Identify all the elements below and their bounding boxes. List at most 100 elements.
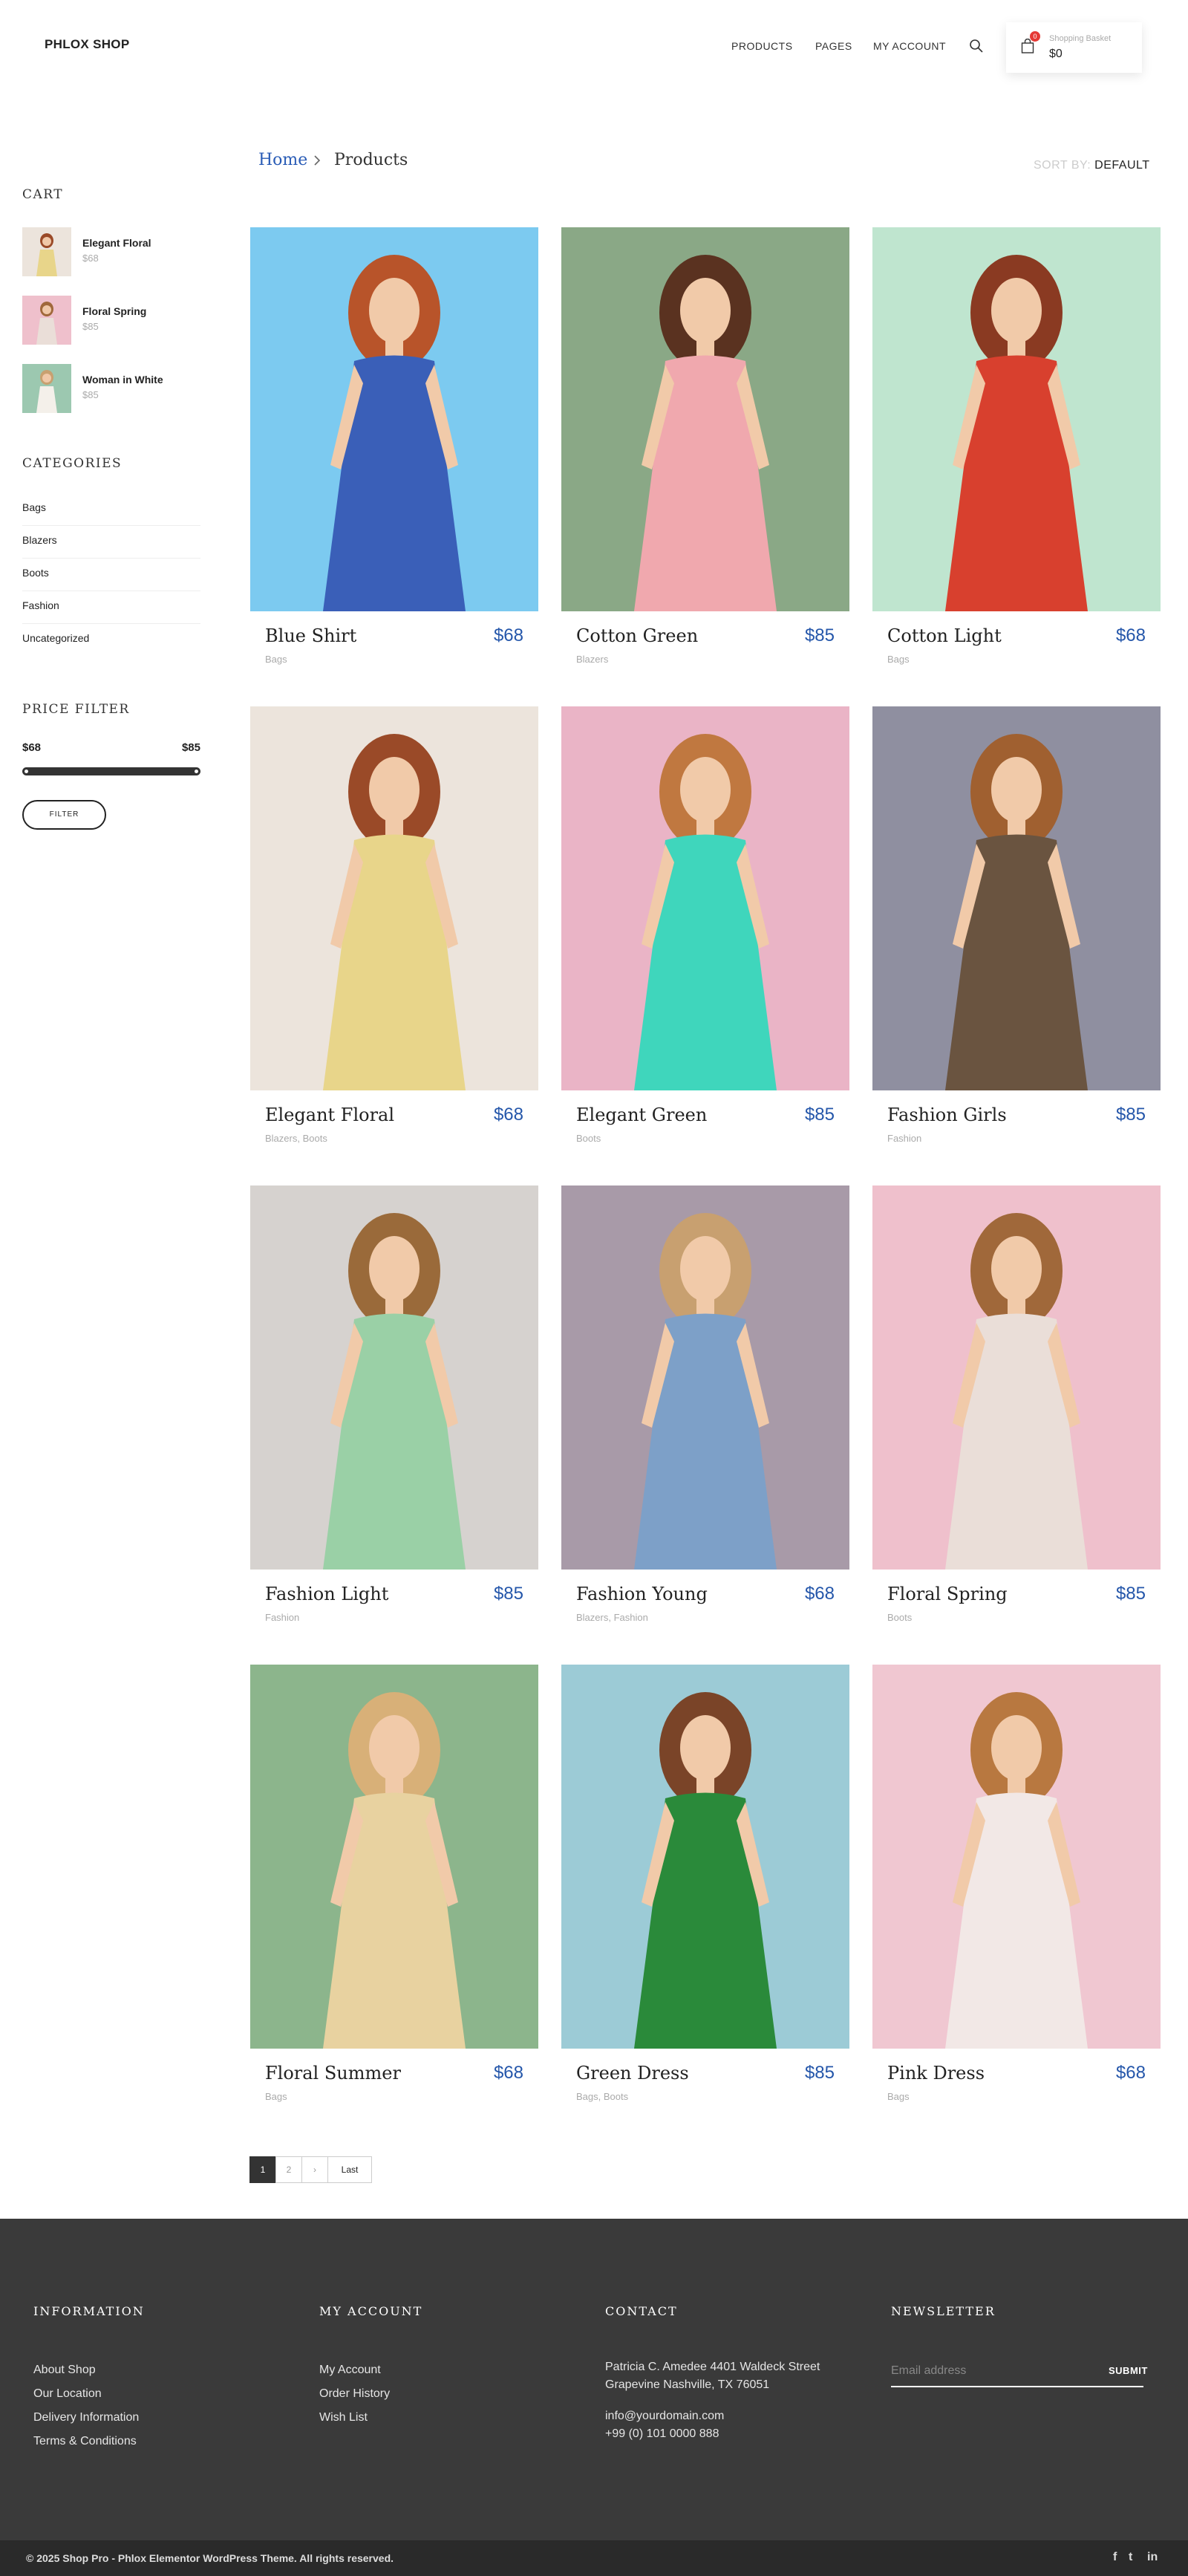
page-1-button[interactable]: 1 [249,2156,276,2183]
product-card[interactable]: Fashion Girls $85 Fashion [872,706,1161,1144]
category-link[interactable]: Uncategorized [22,624,200,657]
twitter-icon[interactable]: t [1129,2551,1132,2564]
footer-account-title: MY ACCOUNT [319,2304,423,2318]
footer-link-my-account[interactable]: My Account [319,2364,381,2377]
product-image[interactable] [561,1665,849,2049]
product-categories[interactable]: Boots [576,1133,601,1144]
product-image[interactable] [872,1185,1161,1570]
newsletter-email-input[interactable] [891,2356,1143,2387]
product-card[interactable]: Cotton Green $85 Blazers [561,227,849,665]
product-price: $68 [493,1105,523,1125]
facebook-icon[interactable]: f [1113,2551,1117,2564]
newsletter-submit-button[interactable]: SUBMIT [1109,2365,1148,2376]
product-image[interactable] [872,706,1161,1090]
footer-link-order-history[interactable]: Order History [319,2387,390,2401]
nav-my-account[interactable]: MY ACCOUNT [873,40,946,52]
footer-link-terms[interactable]: Terms & Conditions [33,2435,137,2448]
product-image[interactable] [250,1665,538,2049]
cart-title: CART [22,187,64,202]
product-card[interactable]: Floral Summer $68 Bags [250,1665,538,2102]
slider-handle-max[interactable] [195,770,198,773]
product-card[interactable]: Elegant Green $85 Boots [561,706,849,1144]
product-categories[interactable]: Fashion [265,1612,299,1623]
sort-value[interactable]: DEFAULT [1094,159,1149,172]
product-categories[interactable]: Bags, Boots [576,2091,628,2102]
footer-link-about[interactable]: About Shop [33,2364,96,2377]
product-name[interactable]: Fashion Girls [887,1105,1007,1125]
product-categories[interactable]: Blazers [576,654,608,665]
price-max: $85 [181,741,200,754]
sort-label: SORT BY: [1034,159,1091,172]
product-name[interactable]: Blue Shirt [265,625,356,646]
filter-button[interactable]: FILTER [22,800,106,830]
cart-item[interactable]: Floral Spring $85 [22,296,215,346]
product-card[interactable]: Pink Dress $68 Bags [872,1665,1161,2102]
breadcrumb-home-link[interactable]: Home [258,151,307,169]
product-image[interactable] [872,227,1161,611]
product-image[interactable] [561,706,849,1090]
next-page-button[interactable]: › [301,2156,328,2183]
product-image[interactable] [250,1185,538,1570]
product-categories[interactable]: Fashion [887,1133,921,1144]
product-categories[interactable]: Bags [265,654,287,665]
product-image[interactable] [872,1665,1161,2049]
nav-products[interactable]: PRODUCTS [731,40,793,52]
category-link[interactable]: Bags [22,493,200,526]
product-name[interactable]: Cotton Light [887,625,1002,646]
cart-item-name[interactable]: Floral Spring [82,305,146,317]
product-name[interactable]: Fashion Young [576,1584,708,1604]
slider-handle-min[interactable] [25,770,28,773]
product-card[interactable]: Fashion Young $68 Blazers, Fashion [561,1185,849,1623]
product-categories[interactable]: Blazers, Fashion [576,1612,648,1623]
cart-item-name[interactable]: Elegant Floral [82,237,151,249]
search-icon[interactable] [969,39,984,53]
product-name[interactable]: Pink Dress [887,2063,985,2084]
product-image[interactable] [561,1185,849,1570]
contact-address-line1: Patricia C. Amedee 4401 Waldeck Street [605,2361,820,2373]
cart-item[interactable]: Woman in White $85 [22,364,215,414]
product-categories[interactable]: Bags [887,2091,910,2102]
product-image[interactable] [250,706,538,1090]
product-card[interactable]: Fashion Light $85 Fashion [250,1185,538,1623]
product-categories[interactable]: Bags [265,2091,287,2102]
linkedin-icon[interactable]: in [1147,2551,1158,2564]
cart-item[interactable]: Elegant Floral $68 [22,227,215,278]
product-card[interactable]: Green Dress $85 Bags, Boots [561,1665,849,2102]
product-card[interactable]: Elegant Floral $68 Blazers, Boots [250,706,538,1144]
contact-email[interactable]: info@yourdomain.com [605,2407,724,2425]
product-name[interactable]: Floral Spring [887,1584,1008,1604]
footer-contact-title: CONTACT [605,2304,678,2318]
product-categories[interactable]: Blazers, Boots [265,1133,327,1144]
product-card[interactable]: Cotton Light $68 Bags [872,227,1161,665]
sort-dropdown[interactable]: SORT BY: DEFAULT [1034,159,1150,172]
price-slider[interactable] [22,767,200,775]
footer-link-wish-list[interactable]: Wish List [319,2411,368,2424]
product-image[interactable] [250,227,538,611]
price-min: $68 [22,741,42,754]
product-name[interactable]: Fashion Light [265,1584,388,1604]
site-logo[interactable]: PHLOX SHOP [45,37,129,52]
product-name[interactable]: Elegant Green [576,1105,707,1125]
product-name[interactable]: Green Dress [576,2063,689,2084]
product-price: $85 [804,625,835,645]
shopping-basket[interactable]: 0 Shopping Basket $0 [1006,22,1142,73]
footer-link-delivery[interactable]: Delivery Information [33,2411,139,2424]
product-categories[interactable]: Boots [887,1612,912,1623]
nav-pages[interactable]: PAGES [815,40,852,52]
page-2-button[interactable]: 2 [275,2156,302,2183]
category-link[interactable]: Fashion [22,591,200,624]
footer-link-location[interactable]: Our Location [33,2387,102,2401]
product-image[interactable] [561,227,849,611]
category-link[interactable]: Blazers [22,526,200,559]
product-card[interactable]: Floral Spring $85 Boots [872,1185,1161,1623]
category-link[interactable]: Boots [22,559,200,591]
product-name[interactable]: Elegant Floral [265,1105,394,1125]
basket-label: Shopping Basket [1049,34,1112,43]
cart-item-name[interactable]: Woman in White [82,374,163,386]
product-name[interactable]: Cotton Green [576,625,698,646]
product-card[interactable]: Blue Shirt $68 Bags [250,227,538,665]
product-price: $68 [804,1584,835,1604]
product-name[interactable]: Floral Summer [265,2063,401,2084]
product-categories[interactable]: Bags [887,654,910,665]
last-page-button[interactable]: Last [327,2156,372,2183]
